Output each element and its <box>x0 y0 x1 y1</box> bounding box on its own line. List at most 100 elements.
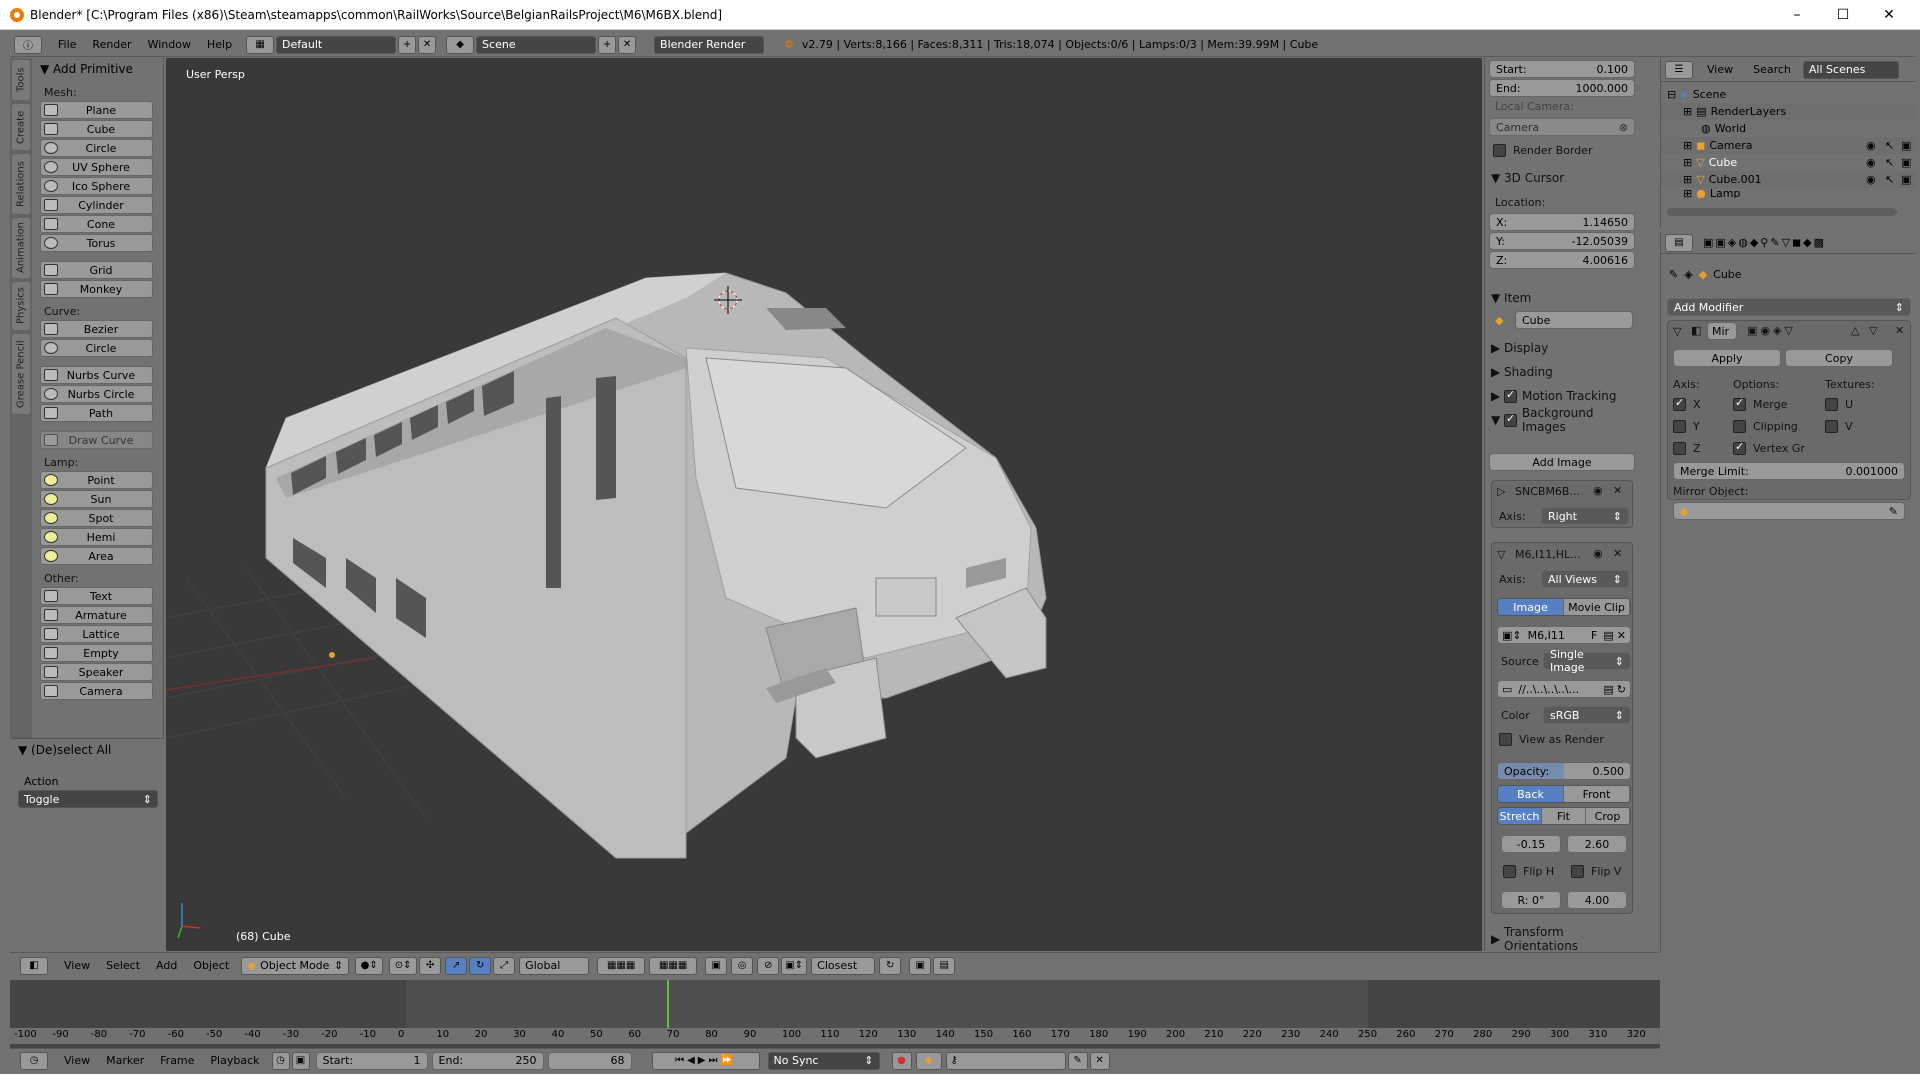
clip-start-field[interactable]: Start: 0.100 <box>1489 60 1635 78</box>
visibility-eye-icon[interactable]: ◉ <box>1866 139 1876 152</box>
timeline-ruler[interactable]: -100 -90 -80 -70 -60 -50 -40 -30 -20 -10 0 10 20 30 40… <box>10 1028 1660 1044</box>
outliner-row-cube[interactable]: ⊞ ▽ Cube ◉ ↖ ▣ <box>1661 154 1916 171</box>
rotate-manipulator-icon[interactable]: ↻ <box>469 956 492 975</box>
proportional-edit-icon[interactable]: ◎ <box>731 956 754 975</box>
rotation-field[interactable]: R: 0° <box>1501 891 1561 909</box>
renderable-camera-icon[interactable]: ▣ <box>1901 156 1911 169</box>
add-cylinder-button[interactable]: Cylinder <box>40 196 153 214</box>
context-tabs-icons[interactable]: ▣▣◈◍◆⚲✎▽◼◆▩ <box>1703 236 1826 249</box>
add-grid-button[interactable]: Grid <box>40 261 153 279</box>
timeline-menu-view[interactable]: View <box>56 1054 98 1067</box>
layout-add-icon[interactable]: + <box>398 35 417 54</box>
add-primitive-header[interactable]: ▼ Add Primitive <box>32 58 163 80</box>
sync-select[interactable]: No Sync ⇕ <box>767 1051 880 1070</box>
scale-manipulator-icon[interactable]: ⤢ <box>493 956 516 975</box>
add-ico-sphere-button[interactable]: Ico Sphere <box>40 177 153 195</box>
transform-orientations-header[interactable]: ▶ Transform Orientations <box>1485 925 1639 953</box>
folder-icon[interactable]: ▤ <box>1597 629 1613 642</box>
mirror-v-checkbox[interactable] <box>1825 420 1838 433</box>
keying-set-field[interactable]: ⚷ <box>945 1051 1066 1070</box>
add-spot-lamp-button[interactable]: Spot <box>40 509 153 527</box>
motion-tracking-header[interactable]: ▶ Motion Tracking <box>1485 386 1639 406</box>
action-select[interactable]: Toggle ⇕ <box>18 790 158 808</box>
move-down-icon[interactable]: ▽ <box>1869 324 1877 337</box>
layers-grid-b[interactable]: ▦▦▦ <box>649 956 698 975</box>
insert-keyframe-icon[interactable]: ✎ <box>1067 1051 1088 1070</box>
minimize-button[interactable]: – <box>1774 0 1820 30</box>
selectable-arrow-icon[interactable]: ↖ <box>1885 173 1894 186</box>
size-field[interactable]: 4.00 <box>1567 891 1627 909</box>
scene-select[interactable]: Scene <box>476 35 597 54</box>
preview-range-icon[interactable]: ◷ <box>271 1051 290 1070</box>
source-select[interactable]: Single Image ⇕ <box>1543 648 1631 674</box>
translate-manipulator-icon[interactable]: ↗ <box>445 956 468 975</box>
add-camera-button[interactable]: Camera <box>40 682 153 700</box>
front-option[interactable]: Front <box>1564 786 1630 802</box>
mirror-u-checkbox[interactable] <box>1825 398 1838 411</box>
eye-icon[interactable]: ◉ <box>1593 484 1603 497</box>
menu-render[interactable]: Render <box>84 38 139 51</box>
add-armature-button[interactable]: Armature <box>40 606 153 624</box>
modifier-visibility-icons[interactable]: ▣◉◈▽ <box>1747 324 1796 337</box>
timeline-menu-playback[interactable]: Playback <box>202 1054 267 1067</box>
playhead[interactable] <box>667 980 670 1028</box>
cursor-z-field[interactable]: Z: 4.00616 <box>1489 251 1635 269</box>
add-empty-button[interactable]: Empty <box>40 644 153 662</box>
color-space-select[interactable]: sRGB ⇕ <box>1543 706 1631 724</box>
offset-y-field[interactable]: 2.60 <box>1567 835 1627 853</box>
remove-modifier-icon[interactable]: ✕ <box>1895 324 1904 337</box>
add-text-button[interactable]: Text <box>40 587 153 605</box>
tab-animation[interactable]: Animation <box>12 218 30 278</box>
add-sun-lamp-button[interactable]: Sun <box>40 490 153 508</box>
scene-add-icon[interactable]: + <box>598 35 617 54</box>
apply-button[interactable]: Apply <box>1673 349 1781 367</box>
properties-editor-icon[interactable]: ▤ <box>1665 233 1693 252</box>
pin-icon[interactable]: ✎ <box>1669 268 1678 281</box>
menu-window[interactable]: Window <box>140 38 199 51</box>
fit-option[interactable]: Fit <box>1542 808 1586 824</box>
operator-header[interactable]: ▼ (De)select All <box>10 739 164 761</box>
flip-v-checkbox[interactable] <box>1571 865 1584 878</box>
menu-file[interactable]: File <box>50 38 84 51</box>
render-border-checkbox[interactable] <box>1493 144 1506 157</box>
eye-icon[interactable]: ◉ <box>1593 547 1603 560</box>
collapse-arrow-icon[interactable]: ▽ <box>1673 325 1681 338</box>
reload-icon[interactable]: ↻ <box>1614 683 1626 696</box>
playback-controls[interactable]: ⏮◀▶⏭⏩ <box>651 1051 760 1070</box>
opengl-render-icon[interactable]: ▣ <box>909 956 932 975</box>
viewport-shading-icon[interactable]: ●⇕ <box>355 956 384 975</box>
snap-element-icon[interactable]: ▣⇕ <box>781 956 808 975</box>
add-point-lamp-button[interactable]: Point <box>40 471 153 489</box>
outliner-row-camera[interactable]: ⊞ ◼ Camera ◉ ↖ ▣ <box>1661 137 1916 154</box>
vertex-groups-checkbox[interactable] <box>1733 440 1746 455</box>
modifier-name-field[interactable]: Mir <box>1707 322 1737 340</box>
3d-cursor-header[interactable]: ▼ 3D Cursor <box>1485 168 1639 188</box>
image-tab[interactable]: Image <box>1498 599 1564 615</box>
movie-clip-tab[interactable]: Movie Clip <box>1564 599 1630 615</box>
unlink-icon[interactable]: ✕ <box>1614 629 1626 642</box>
layout-select[interactable]: Default <box>276 35 397 54</box>
background-images-checkbox[interactable] <box>1504 412 1517 427</box>
menu-add[interactable]: Add <box>148 959 185 972</box>
motion-tracking-checkbox[interactable] <box>1504 388 1518 403</box>
add-hemi-lamp-button[interactable]: Hemi <box>40 528 153 546</box>
bg1-axis-select[interactable]: Right ⇕ <box>1541 507 1629 525</box>
add-circle-button[interactable]: Circle <box>40 139 153 157</box>
render-layer-icon[interactable]: ▣ <box>705 956 728 975</box>
add-uv-sphere-button[interactable]: UV Sphere <box>40 158 153 176</box>
image-path-field[interactable]: ▭ //..\..\..\..\... ▤ ↻ <box>1497 680 1631 698</box>
outliner-row-renderlayers[interactable]: ⊞ ▤ RenderLayers <box>1661 103 1916 120</box>
expand-arrow-icon[interactable]: ▷ <box>1497 485 1505 498</box>
timeline[interactable]: -100 -90 -80 -70 -60 -50 -40 -30 -20 -10 0 10 20 30 40… <box>10 980 1660 1052</box>
add-cone-button[interactable]: Cone <box>40 215 153 233</box>
outliner-row-scene[interactable]: ⊟ ◈ Scene <box>1661 86 1916 103</box>
selectable-arrow-icon[interactable]: ↖ <box>1885 139 1894 152</box>
pivot-point-icon[interactable]: ⊙⇕ <box>389 956 418 975</box>
menu-view[interactable]: View <box>56 959 98 972</box>
axis-x-checkbox[interactable] <box>1673 396 1686 411</box>
add-area-lamp-button[interactable]: Area <box>40 547 153 565</box>
merge-limit-field[interactable]: Merge Limit: 0.001000 <box>1673 462 1905 480</box>
add-image-button[interactable]: Add Image <box>1489 453 1635 471</box>
axis-z-checkbox[interactable] <box>1673 442 1686 455</box>
keying-icon[interactable]: ◆ <box>915 1051 942 1070</box>
